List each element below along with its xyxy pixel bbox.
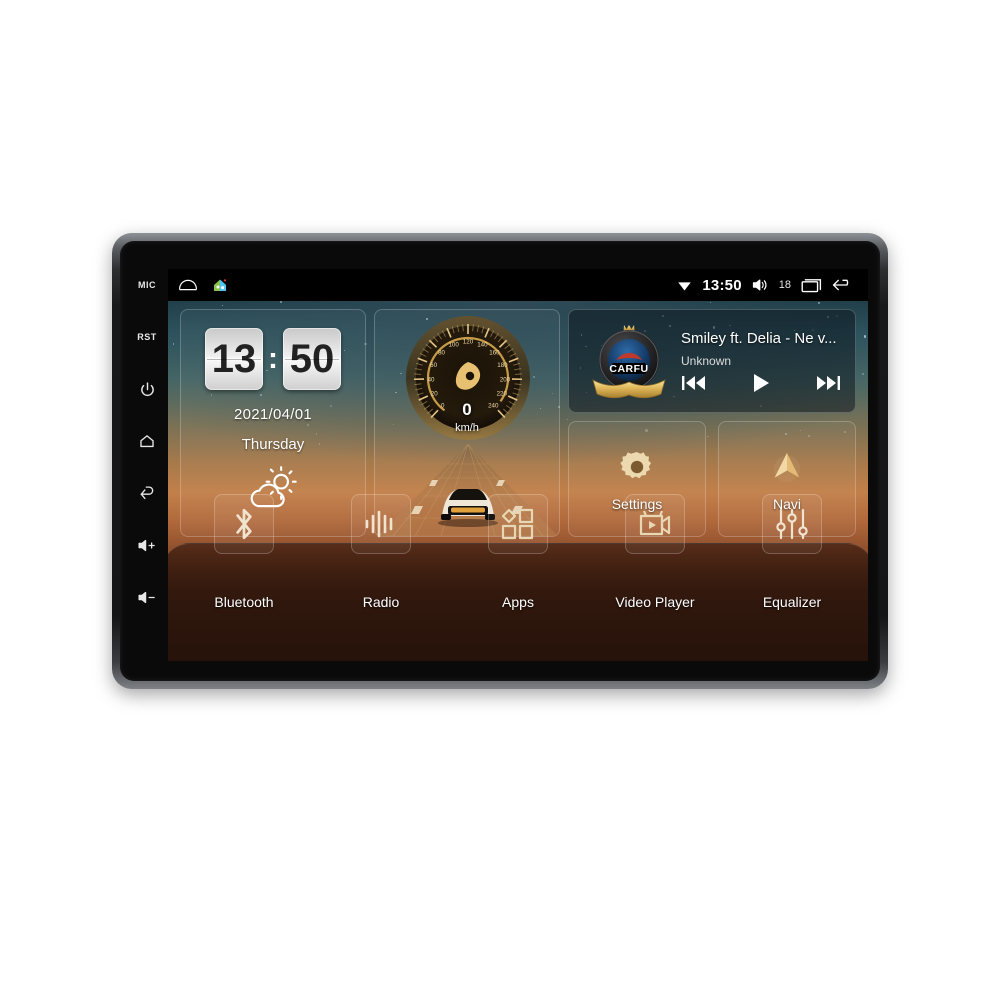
transport-controls [681,372,841,394]
dock-item-radio[interactable]: Radio [335,494,427,610]
next-icon [817,376,840,390]
back-arrow-icon[interactable] [832,277,854,293]
track-title: Smiley ft. Delia - Ne v... [681,330,837,347]
recents-icon[interactable] [801,278,822,293]
clock-minutes: 50 [283,328,341,390]
previous-track-button[interactable] [681,373,707,393]
clock-hours: 13 [205,328,263,390]
speedometer-tick-60: 60 [430,362,437,369]
volume-level: 18 [778,279,791,291]
home-key[interactable] [126,415,168,467]
speedometer-tick-220: 220 [497,391,508,398]
power-icon [140,381,154,396]
speedometer-tick-180: 180 [497,362,508,369]
status-bar-left [178,277,228,293]
app-shortcut-icon[interactable] [212,277,228,293]
status-bar: 13:50 18 [168,269,868,301]
back-icon [140,485,154,499]
mic-key[interactable]: MIC [126,259,168,311]
volume-down-key[interactable] [126,571,168,623]
clock-date: 2021/04/01 [233,406,313,423]
play-icon [754,374,769,392]
volume-up-icon [138,539,155,551]
volume-icon [752,279,767,291]
previous-icon [682,376,705,390]
dock-row: Bluetooth Radio Apps Video Player Equali… [198,494,838,610]
gear-icon [620,452,652,479]
app-dock: Bluetooth Radio Apps Video Player Equali… [168,494,868,661]
speedometer-tick-200: 200 [500,376,511,383]
speedometer-tick-20: 20 [431,391,438,398]
power-key[interactable] [126,363,168,415]
music-widget[interactable]: CARFU Smiley ft. Delia - Ne v... Unknown [568,309,856,413]
speedometer-tick-40: 40 [428,376,435,383]
track-artist: Unknown [681,354,732,368]
speedometer-gauge: 0 20 40 60 80 100 120 140 160 180 200 220 240 0 km/h [375,310,559,442]
volume-down-icon [138,591,155,603]
radio-waves-icon [365,510,393,538]
next-track-button[interactable] [815,373,841,393]
status-time: 13:50 [702,276,742,294]
speedometer-tick-80: 80 [438,350,445,357]
dock-item-equalizer[interactable]: Equalizer [746,494,838,610]
reset-key[interactable]: RST [126,311,168,363]
home-screen-content: 13 : 50 2021/04/01 Thursday 0 20 40 60 8… [168,301,868,661]
speedometer-tick-120: 120 [463,338,474,345]
dock-label-bluetooth: Bluetooth [214,594,274,610]
dock-item-apps[interactable]: Apps [472,494,564,610]
car-head-unit-device: MIC RST 13:50 18 13: 50 2021/04/01 Thur… [112,233,888,689]
home-outline-icon[interactable] [178,278,198,292]
reset-key-label: RST [137,332,157,342]
dock-item-bluetooth[interactable]: Bluetooth [198,494,290,610]
dock-item-video-player[interactable]: Video Player [609,494,701,610]
flip-clock: 13 : 50 [181,328,365,390]
status-bar-right: 13:50 18 [677,277,854,294]
equalizer-sliders-icon [776,508,808,540]
apps-grid-icon [501,508,534,540]
wifi-icon [678,281,692,290]
speedometer-tick-160: 160 [489,350,500,357]
carfu-badge-icon: CARFU [592,325,666,399]
dock-label-radio: Radio [362,594,400,610]
clock-separator: : [268,342,278,375]
back-key[interactable] [126,467,168,519]
touchscreen[interactable]: 13:50 18 13: 50 2021/04/01 Thursday 0 2… [168,269,868,661]
dock-label-video-player: Video Player [615,594,695,610]
volume-up-key[interactable] [126,519,168,571]
navigation-arrow-icon [773,453,801,482]
hardware-key-strip: MIC RST [126,259,168,655]
play-button[interactable] [751,372,771,394]
ribbon-banner [592,379,666,399]
speedometer-value: 0 [462,400,472,419]
clock-weekday: Thursday [241,436,305,453]
album-art[interactable]: CARFU [585,318,673,406]
home-icon [140,434,154,447]
video-camera-icon [639,510,671,536]
mic-key-label: MIC [138,280,156,290]
svg-text:CARFU: CARFU [609,363,648,375]
speedometer-tick-100: 100 [448,341,459,348]
dock-label-equalizer: Equalizer [762,594,822,610]
speedometer-unit: km/h [455,422,479,434]
dock-label-apps: Apps [502,594,534,610]
speedometer-tick-140: 140 [477,341,488,348]
bluetooth-icon [236,508,252,540]
